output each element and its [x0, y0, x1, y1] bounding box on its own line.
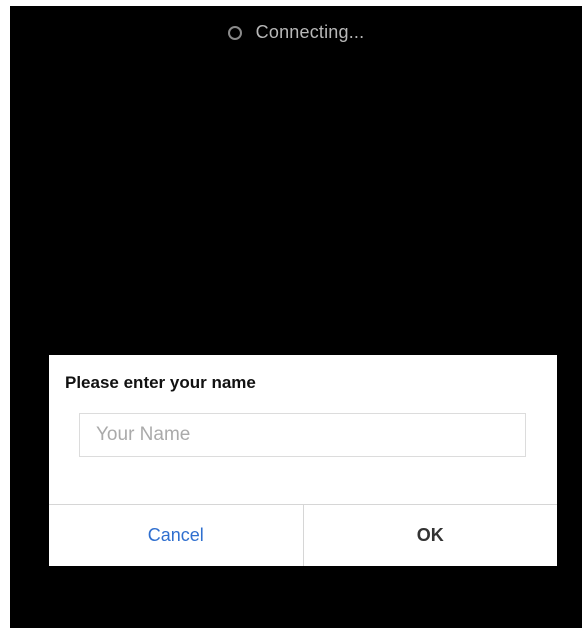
- name-dialog: Please enter your name Cancel OK: [49, 355, 557, 566]
- ok-button[interactable]: OK: [303, 505, 557, 566]
- connection-status: Connecting...: [10, 22, 582, 43]
- dialog-title: Please enter your name: [65, 373, 256, 392]
- app-screen: Connecting... Please enter your name Can…: [10, 6, 582, 628]
- status-text: Connecting...: [255, 22, 365, 42]
- cancel-button[interactable]: Cancel: [49, 505, 304, 566]
- name-input[interactable]: [79, 413, 526, 457]
- spinner-icon: [227, 25, 242, 40]
- dialog-button-row: Cancel OK: [49, 504, 557, 566]
